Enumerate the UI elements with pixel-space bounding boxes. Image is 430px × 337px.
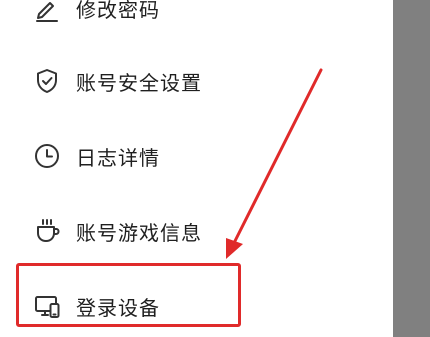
dimmed-overlay[interactable]	[393, 0, 430, 337]
menu-item-account-security[interactable]: 账号安全设置	[0, 55, 393, 107]
menu-item-label: 账号安全设置	[76, 70, 202, 95]
menu-item-log-details[interactable]: 日志详情	[0, 130, 393, 182]
menu-item-label: 账号游戏信息	[76, 220, 202, 245]
pencil-icon	[33, 0, 61, 22]
shield-check-icon	[33, 67, 61, 95]
menu-item-account-game-info[interactable]: 账号游戏信息	[0, 205, 393, 257]
highlight-box	[16, 263, 241, 327]
clock-icon	[33, 142, 61, 170]
menu-item-label: 日志详情	[76, 145, 160, 170]
menu-item-change-password[interactable]: 修改密码	[0, 0, 393, 34]
cup-icon	[33, 217, 61, 245]
menu-item-label: 修改密码	[76, 0, 160, 22]
